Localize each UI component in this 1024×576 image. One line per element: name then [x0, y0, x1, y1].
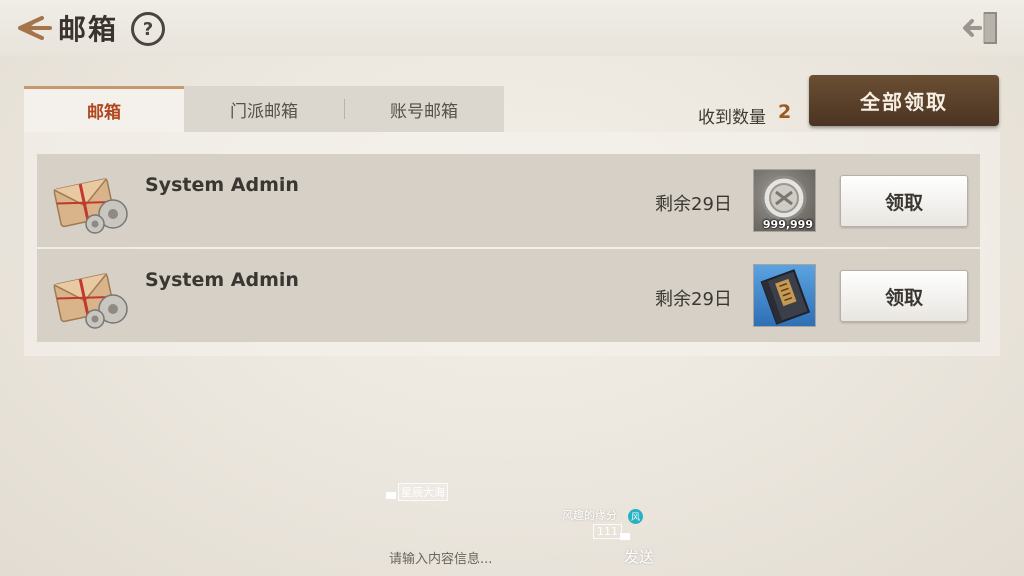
help-icon[interactable]: ? — [131, 12, 165, 46]
chat-input[interactable]: 请输入内容信息... — [389, 548, 492, 567]
mail-sender: System Admin — [145, 269, 299, 291]
mail-sender: System Admin — [145, 174, 299, 196]
silver-coin-item[interactable]: 999,999 — [753, 169, 816, 232]
system-mail-envelope-icon — [53, 273, 128, 329]
mail-days-left: 剩余29日 — [655, 194, 732, 215]
tab-account-mailbox[interactable]: 账号邮箱 — [344, 86, 504, 132]
chat-marker — [620, 533, 630, 540]
received-count-value: 2 — [778, 101, 792, 123]
mail-days-left: 剩余29日 — [655, 289, 732, 310]
tab-label: 门派邮箱 — [230, 101, 298, 122]
help-glyph: ? — [142, 18, 154, 40]
chat-send-button[interactable]: 发送 — [624, 546, 654, 567]
chat-player-level: 111 — [593, 524, 622, 539]
item-quantity: 999,999 — [762, 218, 813, 231]
chat-player-name[interactable]: 风趣的缘分 — [562, 507, 617, 523]
claim-button[interactable]: 领取 — [840, 175, 968, 227]
claim-button[interactable]: 领取 — [840, 270, 968, 322]
tab-label: 账号邮箱 — [390, 101, 458, 122]
page-title: 邮箱 — [58, 13, 119, 46]
tab-sect-mailbox[interactable]: 门派邮箱 — [184, 86, 344, 132]
back-arrow-icon[interactable] — [12, 12, 52, 44]
claim-all-button[interactable]: 全部领取 — [809, 75, 999, 126]
book-item[interactable] — [753, 264, 816, 327]
system-mail-envelope-icon — [53, 178, 128, 234]
mail-row[interactable]: System Admin 剩余29日 999,999 领取 — [37, 154, 980, 247]
book-icon — [760, 269, 811, 325]
received-count-label: 收到数量 — [698, 108, 766, 128]
tab-mailbox[interactable]: 邮箱 — [24, 86, 184, 132]
chat-player-badge: 风 — [628, 509, 643, 524]
tab-label: 邮箱 — [87, 103, 121, 123]
chat-marker — [386, 492, 396, 499]
mail-row[interactable]: System Admin 剩余29日 领取 — [37, 249, 980, 342]
exit-door-icon[interactable] — [962, 10, 1002, 46]
top-bar: 邮箱 ? — [0, 0, 1024, 56]
chat-channel-tag[interactable]: 星辰大海 — [398, 483, 448, 501]
mail-tabs: 邮箱 门派邮箱 账号邮箱 — [24, 86, 504, 132]
